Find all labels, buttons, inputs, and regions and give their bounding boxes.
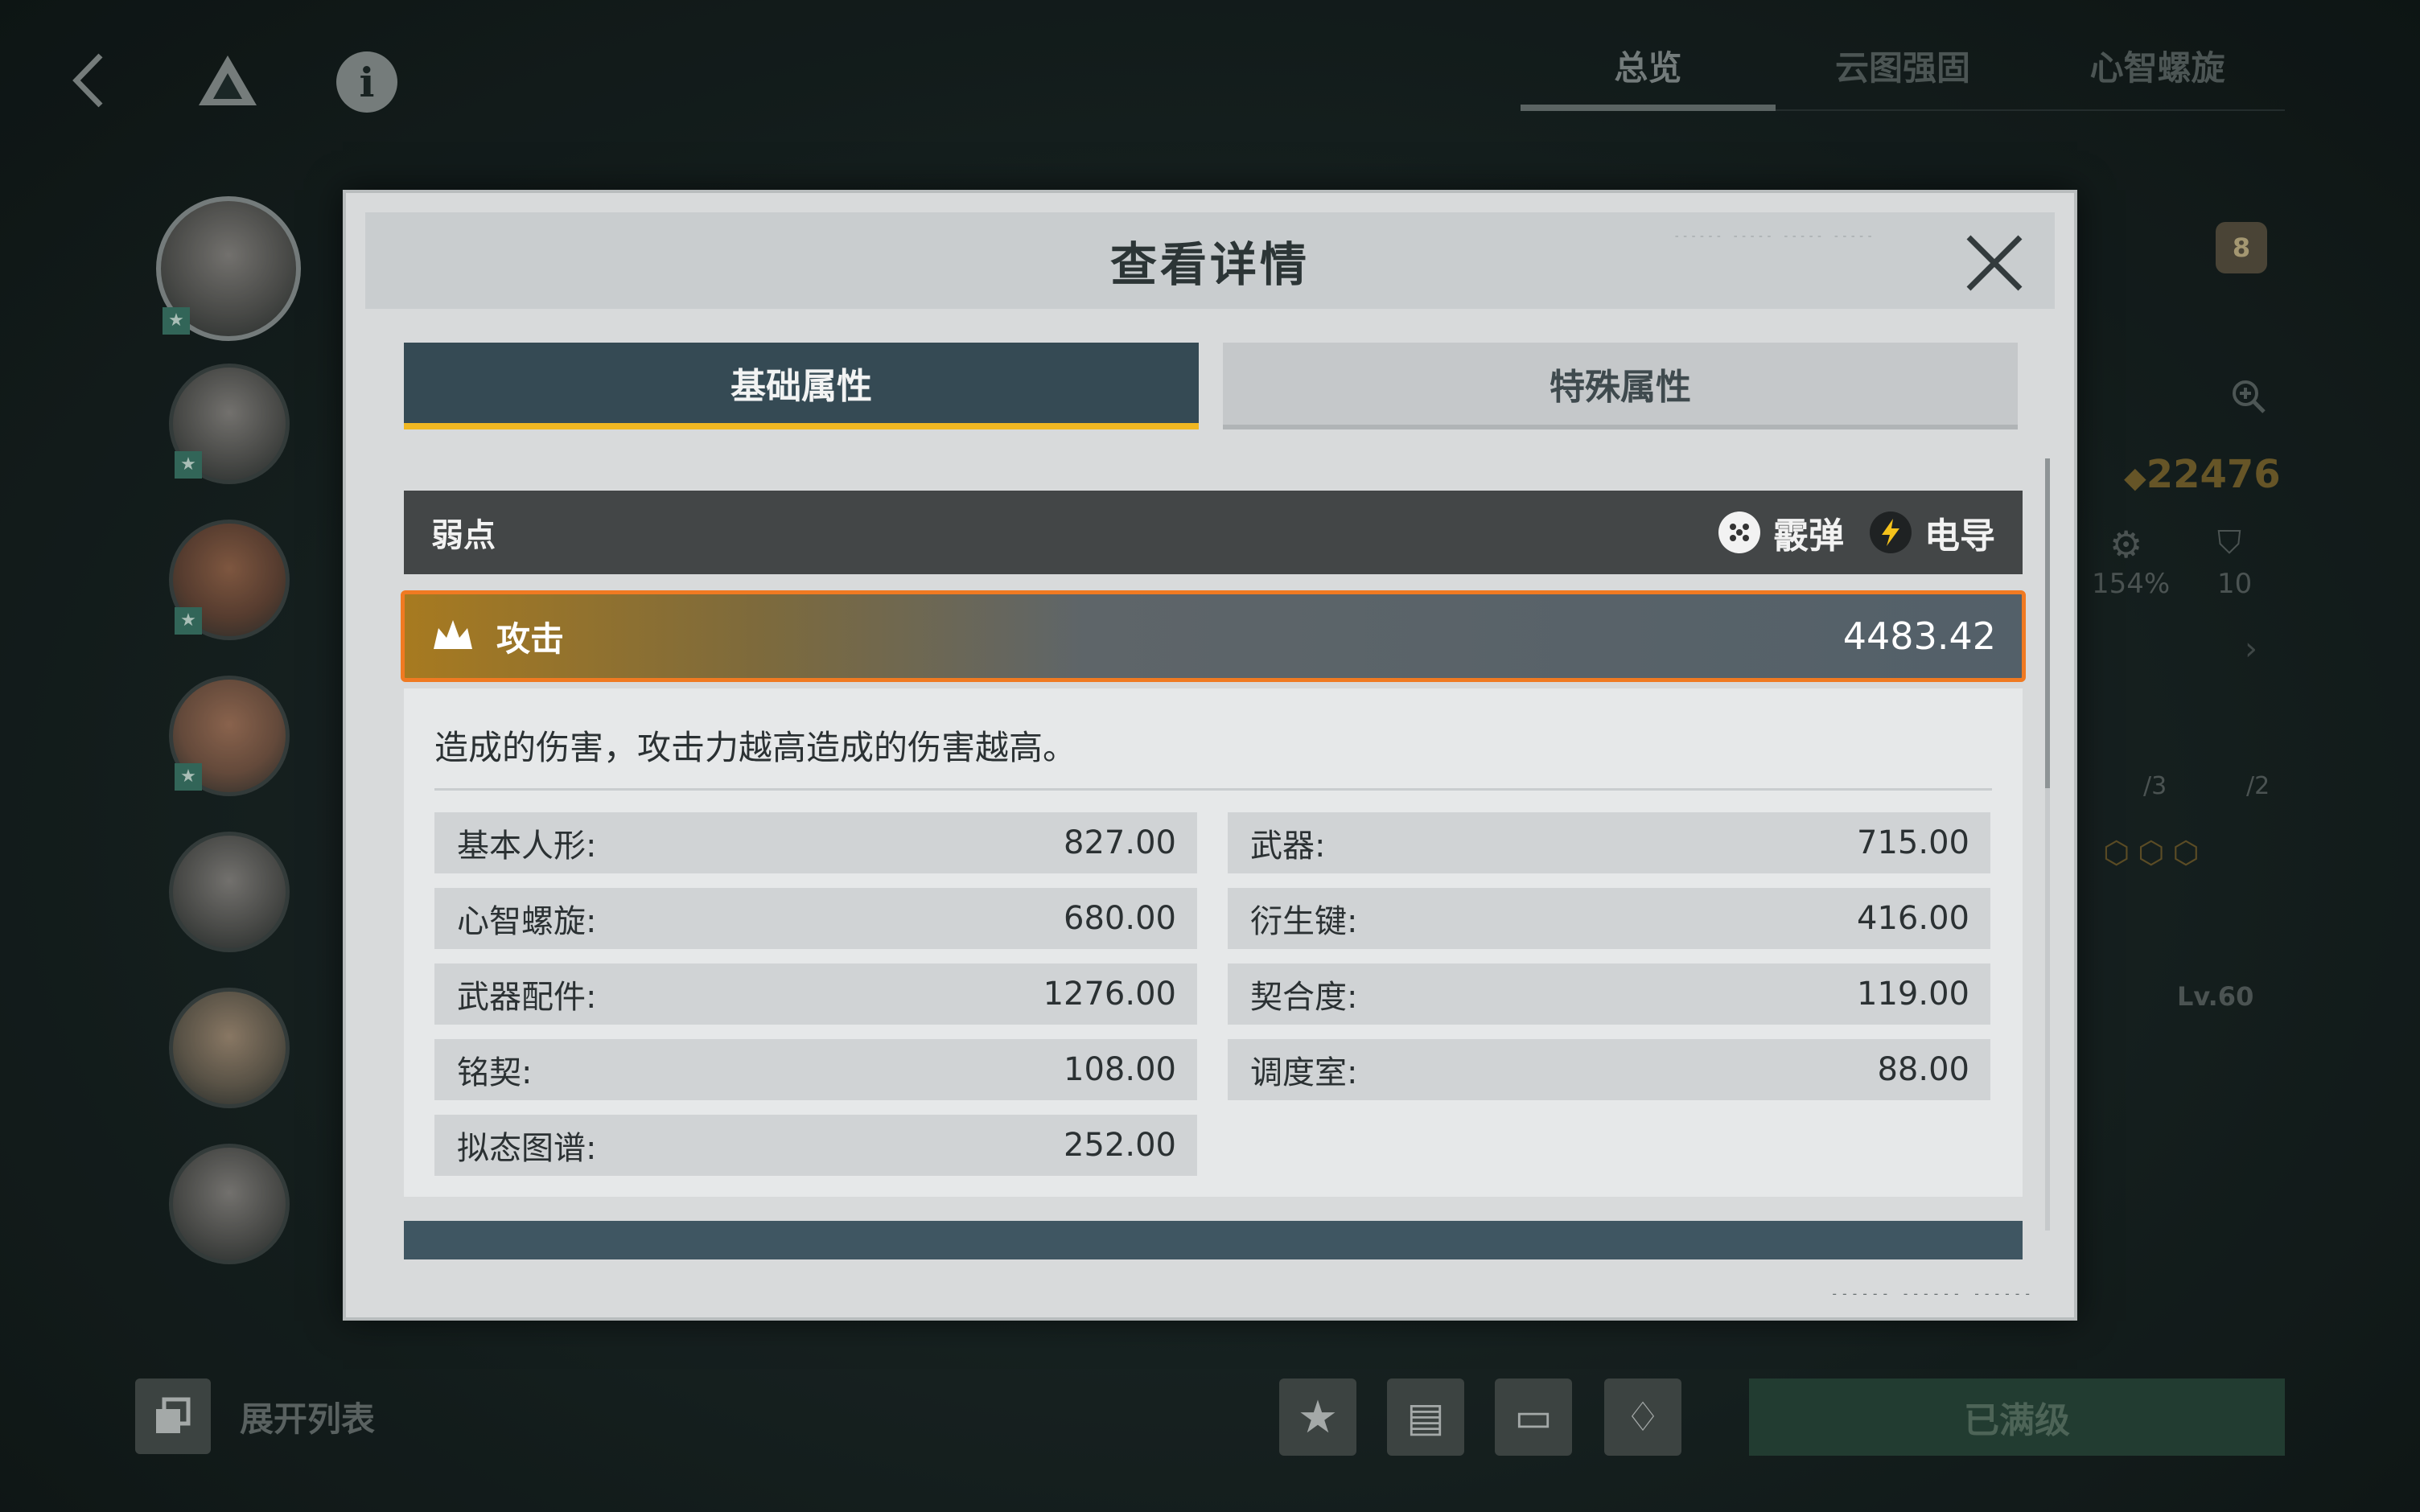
stat-label: 衍生键: (1250, 903, 1358, 940)
stat-label: 武器: (1250, 828, 1326, 865)
scrollbar[interactable] (2045, 458, 2050, 1231)
attack-detail-panel: 造成的伤害，攻击力越高造成的伤害越高。 基本人形: 827.00 武器: 715.0… (404, 688, 2023, 1197)
divider (434, 788, 1992, 791)
stat-label: 铭契: (457, 1054, 533, 1091)
stat-value: 119.00 (1857, 976, 1969, 1013)
decorative-code: ------ ------ ------ (1830, 1286, 2034, 1301)
decorative-code: ------ ----- ----- ----- (1673, 230, 1875, 243)
max-level-button[interactable]: 已满级 (1749, 1378, 2285, 1456)
attack-value: 4483.42 (1842, 614, 1996, 658)
stat-value: 680.00 (1064, 900, 1176, 937)
shotgun-icon (1718, 512, 1760, 553)
currency-value: ◆22476 (2124, 452, 2281, 497)
close-icon (1966, 235, 2023, 291)
sofa-icon: ▭ (1514, 1394, 1553, 1440)
stat-label: 基本人形: (457, 828, 597, 865)
back-icon[interactable] (64, 48, 113, 113)
defense-row-partial[interactable] (404, 1221, 2023, 1259)
favorite-star-button[interactable]: ★ (1279, 1378, 1356, 1456)
stat-value: 88.00 (1877, 1051, 1969, 1088)
stat-cell: 武器: 715.00 (1228, 812, 1990, 873)
weakness-electric-label: 电导 (1924, 516, 1995, 557)
weakness-row: 弱点 霰弹 电导 (404, 491, 2023, 574)
tab-mind-spiral[interactable]: 心智螺旋 (2030, 32, 2285, 109)
avatar[interactable]: ★ (169, 364, 290, 484)
weakness-item-shotgun: 霰弹 (1718, 507, 1844, 558)
weakness-shotgun-label: 霰弹 (1773, 516, 1844, 557)
stat-value: 1276.00 (1043, 976, 1176, 1013)
stat-value: 252.00 (1064, 1127, 1176, 1164)
top-tab-bar: 总览 云图强固 心智螺旋 (1521, 32, 2285, 111)
scrollbar-thumb[interactable] (2045, 458, 2050, 788)
profile-card-button[interactable]: ▤ (1387, 1378, 1464, 1456)
level-label: Lv.60 (2177, 981, 2254, 1012)
stat-cell: 心智螺旋: 680.00 (434, 888, 1197, 949)
details-dialog: 查看详情 ------ ----- ----- ----- 基础属性 特殊属性 … (343, 190, 2077, 1321)
outfit-button[interactable]: ♢ (1604, 1378, 1681, 1456)
info-icon[interactable]: i (336, 51, 397, 113)
hexagon-icons: ⬡⬡⬡ (2103, 835, 2208, 870)
shirt-icon: ♢ (1624, 1394, 1661, 1440)
stat-cell: 调度室: 88.00 (1228, 1039, 1990, 1100)
expand-list-label: 展开列表 (240, 1399, 376, 1439)
stat-label: 武器配件: (457, 979, 597, 1016)
stat-percent: 154% (2092, 568, 2171, 600)
dorm-sofa-button[interactable]: ▭ (1495, 1378, 1572, 1456)
stat-label: 拟态图谱: (457, 1130, 597, 1167)
star-icon: ★ (175, 607, 202, 635)
avatar[interactable] (169, 1144, 290, 1264)
id-card-icon: ▤ (1406, 1394, 1445, 1440)
stat-label: 调度室: (1250, 1054, 1358, 1091)
avatar[interactable]: ★ (169, 520, 290, 640)
gear-icon: ⚙ (2109, 523, 2143, 566)
avatar[interactable]: ★ (156, 196, 301, 341)
avatar[interactable] (169, 832, 290, 952)
avatar[interactable] (169, 988, 290, 1108)
stat-cell: 衍生键: 416.00 (1228, 888, 1990, 949)
stat-cell: 武器配件: 1276.00 (434, 963, 1197, 1025)
expand-list-button[interactable]: 展开列表 (135, 1378, 375, 1454)
stat-cell: 铭契: 108.00 (434, 1039, 1197, 1100)
attack-label: 攻击 (496, 618, 565, 659)
weakness-item-electric: 电导 (1870, 507, 1995, 558)
zoom-icon[interactable] (2230, 378, 2267, 418)
tab-overview[interactable]: 总览 (1521, 32, 1776, 111)
triangle-logo-icon[interactable] (193, 50, 262, 111)
stat-number: 10 (2217, 568, 2253, 600)
stat-cell: 契合度: 119.00 (1228, 963, 1990, 1025)
star-icon: ★ (163, 307, 190, 335)
shield-icon: ⛉ (2217, 524, 2241, 561)
slot-count-a: /3 (2143, 772, 2167, 800)
stat-label: 心智螺旋: (457, 903, 597, 940)
attack-row[interactable]: 攻击 4483.42 (401, 590, 2026, 682)
currency-icon: ◆ (2124, 462, 2146, 495)
stat-value: 108.00 (1064, 1051, 1176, 1088)
tab-special-attributes[interactable]: 特殊属性 (1223, 343, 2018, 429)
slot-count-b: /2 (2246, 772, 2270, 800)
attack-description: 造成的伤害，攻击力越高造成的伤害越高。 (434, 728, 1077, 767)
lightning-icon (1870, 512, 1912, 553)
stat-value: 416.00 (1857, 900, 1969, 937)
stat-cell: 拟态图谱: 252.00 (434, 1115, 1197, 1176)
attack-icon (430, 617, 475, 655)
badge-number: 8 (2216, 222, 2267, 273)
stat-value: 715.00 (1857, 824, 1969, 861)
close-button[interactable] (1958, 227, 2031, 299)
stat-value: 827.00 (1064, 824, 1176, 861)
stat-label: 契合度: (1250, 979, 1358, 1016)
expand-icon (135, 1378, 211, 1454)
star-icon: ★ (175, 451, 202, 479)
tab-basic-attributes[interactable]: 基础属性 (404, 343, 1199, 429)
star-icon: ★ (175, 763, 202, 791)
tab-cloud-reinforce[interactable]: 云图强固 (1776, 32, 2031, 109)
star-icon: ★ (1297, 1391, 1339, 1444)
chevron-right-icon[interactable]: › (2245, 631, 2257, 668)
stat-cell: 基本人形: 827.00 (434, 812, 1197, 873)
avatar[interactable]: ★ (169, 676, 290, 796)
weakness-label: 弱点 (431, 517, 496, 554)
